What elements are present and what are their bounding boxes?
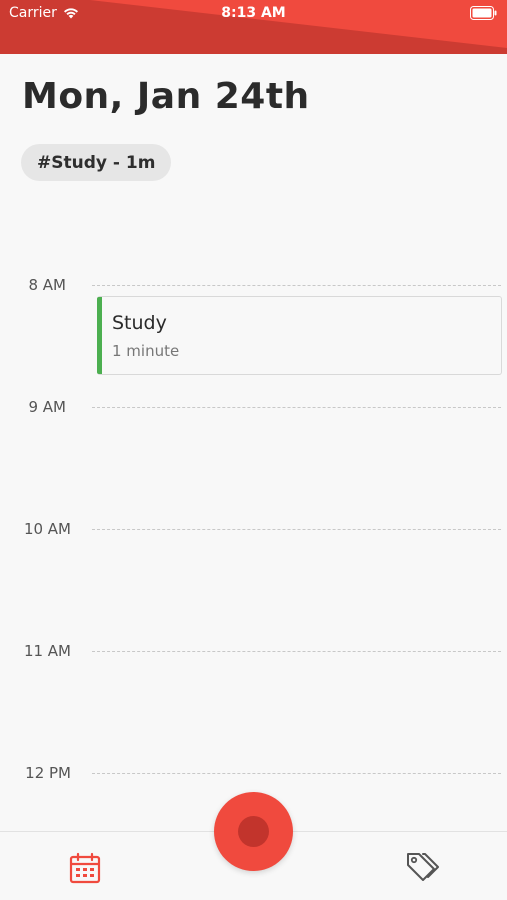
hour-row: 11 AM (0, 641, 507, 661)
hour-label: 9 AM (28, 398, 66, 416)
hour-row: 9 AM (0, 397, 507, 417)
hour-divider (92, 529, 501, 530)
hour-label: 10 AM (23, 520, 71, 538)
hour-label: 11 AM (23, 642, 71, 660)
timeline[interactable]: 8 AM 9 AM 10 AM 11 AM 12 PM Study 1 minu… (0, 0, 507, 830)
event-card[interactable]: Study 1 minute (97, 296, 502, 375)
record-dot-icon (238, 816, 269, 847)
hour-row: 10 AM (0, 519, 507, 539)
tags-icon[interactable] (405, 851, 439, 883)
hour-row: 8 AM (0, 275, 507, 295)
hour-divider (92, 285, 501, 286)
calendar-icon[interactable] (69, 852, 101, 884)
hour-label: 12 PM (25, 764, 71, 782)
record-button[interactable] (214, 792, 293, 871)
event-duration: 1 minute (112, 342, 180, 360)
event-color-bar (97, 297, 102, 374)
hour-label: 8 AM (28, 276, 66, 294)
event-title: Study (112, 312, 167, 334)
hour-divider (92, 651, 501, 652)
hour-divider (92, 407, 501, 408)
hour-divider (92, 773, 501, 774)
hour-row: 12 PM (0, 763, 507, 783)
